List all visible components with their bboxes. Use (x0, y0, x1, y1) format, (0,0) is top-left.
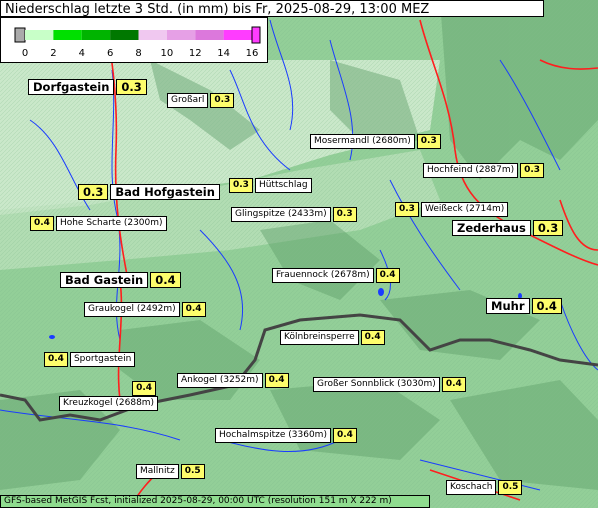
precip-value: 0.3 (532, 220, 564, 236)
place-marker[interactable]: Frauennock (2678m) 0.4 (272, 268, 400, 283)
place-marker[interactable]: 0.4 Hohe Scharte (2300m) (30, 216, 167, 231)
legend-color-zero (14, 27, 26, 43)
place-marker[interactable]: Muhr 0.4 (486, 298, 562, 314)
legend-tick-label: 16 (246, 48, 259, 59)
place-name: Mosermandl (2680m) (310, 134, 415, 149)
place-marker[interactable]: Hochalmspitze (3360m) 0.4 (215, 428, 357, 443)
legend-color-band (110, 30, 139, 40)
place-marker[interactable]: Graukogel (2492m) 0.4 (84, 302, 206, 317)
precip-value: 0.3 (416, 134, 441, 149)
legend-color-band (138, 30, 167, 40)
place-name: Bad Gastein (60, 272, 149, 288)
precip-value: 0.3 (210, 93, 235, 108)
place-marker[interactable]: Dorfgastein 0.3 (28, 79, 147, 95)
place-name: Zederhaus (452, 220, 531, 236)
legend-tick-label: 8 (135, 48, 141, 59)
legend-color-band (81, 30, 111, 40)
map-title: Niederschlag letzte 3 Std. (in mm) bis F… (0, 0, 544, 17)
place-name: Hohe Scharte (2300m) (55, 216, 167, 231)
precip-value: 0.4 (44, 352, 68, 367)
place-name: Hochalmspitze (3360m) (215, 428, 331, 443)
precip-value: 0.5 (180, 464, 205, 479)
legend-color-band (195, 30, 224, 40)
place-marker[interactable]: Großarl 0.3 (167, 93, 235, 108)
legend-tick-label: 4 (79, 48, 85, 59)
place-marker[interactable]: Ankogel (3252m) 0.4 (177, 373, 289, 388)
place-marker[interactable]: 0.3 Hüttschlag (229, 178, 312, 193)
precip-value: 0.3 (116, 79, 147, 95)
place-name: Glingspitze (2433m) (231, 207, 331, 222)
precip-value: 0.4 (150, 272, 181, 288)
place-marker[interactable]: Großer Sonnblick (3030m) 0.4 (313, 377, 466, 392)
place-marker[interactable]: Mosermandl (2680m) 0.3 (310, 134, 441, 149)
legend-scale: 0 2 4 6 8 10 12 14 16 (14, 26, 261, 59)
place-name: Bad Hofgastein (110, 184, 220, 200)
place-marker[interactable]: Hochfeind (2887m) 0.3 (423, 163, 545, 178)
place-name: Muhr (486, 298, 530, 314)
place-name: Frauennock (2678m) (272, 268, 374, 283)
place-marker[interactable]: 0.4 Kreuzkogel (2688m) (59, 381, 159, 411)
precip-value: 0.4 (441, 377, 466, 392)
legend-color-band (53, 30, 82, 40)
place-name: Weißeck (2714m) (420, 202, 509, 217)
place-name: Hüttschlag (254, 178, 312, 193)
place-name: Mallnitz (136, 464, 179, 479)
place-name: Kölnbreinsperre (280, 330, 359, 345)
place-marker[interactable]: 0.3 Weißeck (2714m) (395, 202, 509, 217)
precip-value: 0.4 (264, 373, 289, 388)
place-marker[interactable]: Mallnitz 0.5 (136, 464, 205, 479)
precip-value: 0.3 (520, 163, 545, 178)
place-name: Graukogel (2492m) (84, 302, 180, 317)
legend-color-band (25, 30, 54, 40)
place-name: Großarl (167, 93, 209, 108)
legend-tick-label: 2 (50, 48, 56, 59)
legend-color-max (251, 26, 261, 44)
precip-value: 0.4 (30, 216, 54, 231)
place-name: Sportgastein (69, 352, 136, 367)
precip-value: 0.3 (78, 184, 109, 200)
place-marker[interactable]: 0.3 Bad Hofgastein (78, 184, 220, 200)
place-name: Koschach (446, 480, 497, 495)
place-marker[interactable]: Bad Gastein 0.4 (60, 272, 181, 288)
legend-tick-label: 6 (107, 48, 113, 59)
place-marker[interactable]: Glingspitze (2433m) 0.3 (231, 207, 357, 222)
precip-value: 0.4 (132, 381, 157, 396)
precip-value: 0.4 (375, 268, 400, 283)
place-name: Großer Sonnblick (3030m) (313, 377, 440, 392)
precip-value: 0.3 (332, 207, 357, 222)
place-name: Dorfgastein (28, 79, 115, 95)
legend-color-band (166, 30, 196, 40)
place-marker[interactable]: 0.4 Sportgastein (44, 352, 136, 367)
place-marker[interactable]: Kölnbreinsperre 0.4 (280, 330, 385, 345)
legend-color-band (223, 30, 252, 40)
place-name: Kreuzkogel (2688m) (59, 396, 159, 411)
place-name: Hochfeind (2887m) (423, 163, 519, 178)
place-marker[interactable]: Zederhaus 0.3 (452, 220, 564, 236)
legend-tick-label: 12 (189, 48, 202, 59)
precip-value: 0.4 (332, 428, 357, 443)
precip-legend: 0 2 4 6 8 10 12 14 16 (0, 17, 268, 63)
precip-value: 0.4 (181, 302, 206, 317)
precip-value: 0.4 (531, 298, 562, 314)
precip-value: 0.3 (229, 178, 253, 193)
legend-tick-label: 10 (161, 48, 174, 59)
precip-value: 0.5 (498, 480, 523, 495)
precip-value: 0.4 (360, 330, 385, 345)
legend-tick-label: 0 (22, 48, 28, 59)
place-marker[interactable]: Koschach 0.5 (446, 480, 523, 495)
legend-tick-label: 14 (217, 48, 230, 59)
place-name: Ankogel (3252m) (177, 373, 263, 388)
precip-value: 0.3 (395, 202, 419, 217)
forecast-footer: GFS-based MetGIS Fcst, initialized 2025-… (0, 495, 430, 508)
